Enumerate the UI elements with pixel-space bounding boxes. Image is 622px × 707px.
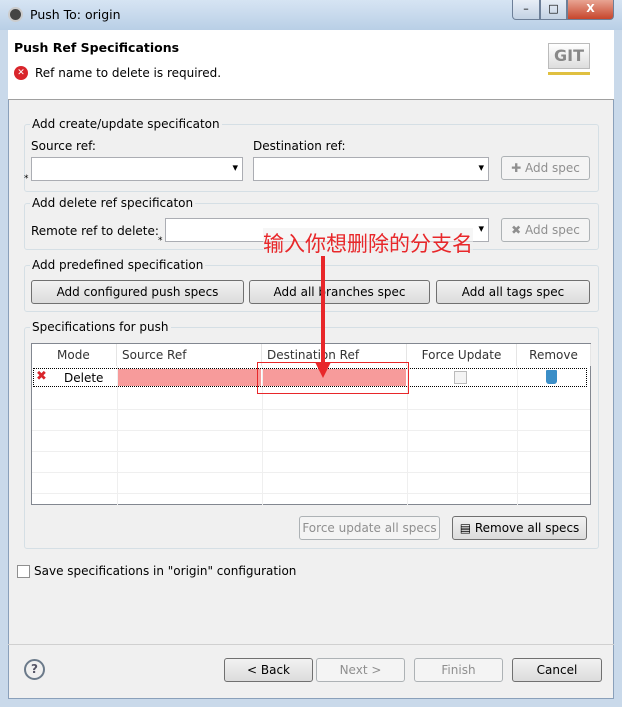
column-header-remove[interactable]: Remove (517, 344, 591, 366)
save-specs-label: Save specifications in "origin" configur… (34, 564, 297, 578)
git-logo-bar (548, 72, 590, 75)
error-message: Ref name to delete is required. (35, 66, 222, 80)
remove-all-icon: ▤ (459, 521, 475, 535)
delete-group-label: Add delete ref specificaton (30, 196, 196, 210)
column-header-force-update[interactable]: Force Update (407, 344, 517, 366)
back-button[interactable]: < Back (224, 658, 313, 682)
next-button[interactable]: Next > (316, 658, 405, 682)
footer-divider (8, 644, 614, 645)
create-group-label: Add create/update specificaton (30, 117, 222, 131)
force-update-all-specs-button[interactable]: Force update all specs (299, 516, 440, 540)
source-ref-label: Source ref: (31, 139, 96, 153)
error-icon: ✕ (14, 66, 28, 80)
annotation-text: 输入你想删除的分支名 (263, 228, 473, 258)
destination-ref-combo[interactable] (253, 157, 489, 181)
page-title: Push Ref Specifications (14, 40, 180, 55)
column-header-mode[interactable]: Mode (32, 344, 117, 366)
mode-cell: Delete (64, 371, 104, 385)
remote-ref-label: Remote ref to delete: (31, 224, 159, 238)
window-title: Push To: origin (30, 7, 121, 22)
add-all-branches-spec-button[interactable]: Add all branches spec (249, 280, 430, 304)
cancel-button[interactable]: Cancel (512, 658, 602, 682)
source-ref-combo[interactable] (31, 157, 243, 181)
add-create-spec-button[interactable]: ✚ Add spec (501, 156, 590, 180)
column-header-source-ref[interactable]: Source Ref (117, 344, 262, 366)
force-update-checkbox[interactable] (454, 371, 467, 384)
plus-icon: ✚ (511, 161, 525, 175)
maximize-button[interactable]: □ (540, 0, 567, 20)
help-icon[interactable]: ? (24, 659, 45, 680)
required-marker: * (24, 174, 29, 184)
predefined-group-label: Add predefined specification (30, 258, 206, 272)
source-ref-cell[interactable] (118, 369, 261, 386)
specs-group-label: Specifications for push (30, 320, 171, 334)
required-marker: * (158, 236, 163, 246)
save-specs-checkbox[interactable] (17, 565, 30, 578)
add-all-tags-spec-button[interactable]: Add all tags spec (436, 280, 590, 304)
add-delete-spec-button[interactable]: ✖ Add spec (501, 218, 590, 242)
add-configured-push-specs-button[interactable]: Add configured push specs (31, 280, 244, 304)
delete-mode-icon: ✖ (36, 369, 47, 384)
finish-button[interactable]: Finish (414, 658, 503, 682)
eclipse-app-icon (8, 7, 23, 22)
destination-ref-label: Destination ref: (253, 139, 346, 153)
close-button[interactable]: X (567, 0, 614, 20)
annotation-highlight-box (257, 362, 409, 394)
delete-x-icon: ✖ (511, 223, 525, 237)
remove-all-specs-button[interactable]: ▤ Remove all specs (452, 516, 587, 540)
annotation-arrow-shaft (321, 256, 325, 366)
git-logo: GIT (548, 43, 590, 69)
trash-icon[interactable] (546, 370, 557, 384)
minimize-button[interactable]: – (512, 0, 540, 20)
